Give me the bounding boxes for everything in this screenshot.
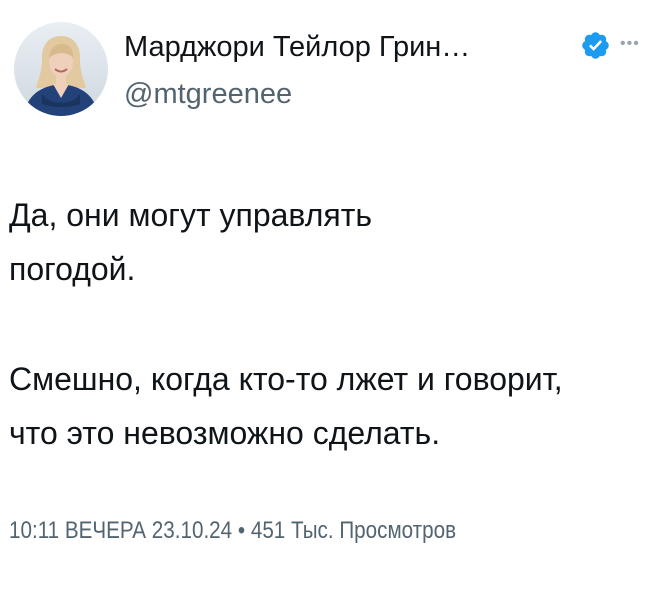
meta-separator: • (237, 517, 246, 544)
tweet-timestamp[interactable]: 10:11 ВЕЧЕРА 23.10.24 (9, 517, 232, 544)
author-display-name[interactable]: Марджори Тейлор Грин… (124, 29, 470, 65)
author-handle[interactable]: @mtgreenee (124, 76, 292, 112)
tweet-card: Марджори Тейлор Грин… ••• @mtgreenee Да,… (0, 0, 652, 604)
avatar[interactable] (14, 22, 108, 116)
tweet-paragraph: Смешно, когда кто-то лжет и говорит, что… (9, 361, 563, 451)
tweet-meta: 10:11 ВЕЧЕРА 23.10.24 • 451 Тыс. Просмот… (9, 515, 456, 547)
tweet-text: Да, они могут управлять погодой. Смешно,… (9, 188, 645, 460)
profile-photo-icon (14, 22, 108, 116)
verified-badge-icon (580, 30, 611, 61)
view-count[interactable]: 451 Тыс. Просмотров (251, 517, 456, 544)
tweet-paragraph: Да, они могут управлять погодой. (9, 197, 373, 287)
more-options-icon[interactable]: ••• (620, 34, 650, 54)
